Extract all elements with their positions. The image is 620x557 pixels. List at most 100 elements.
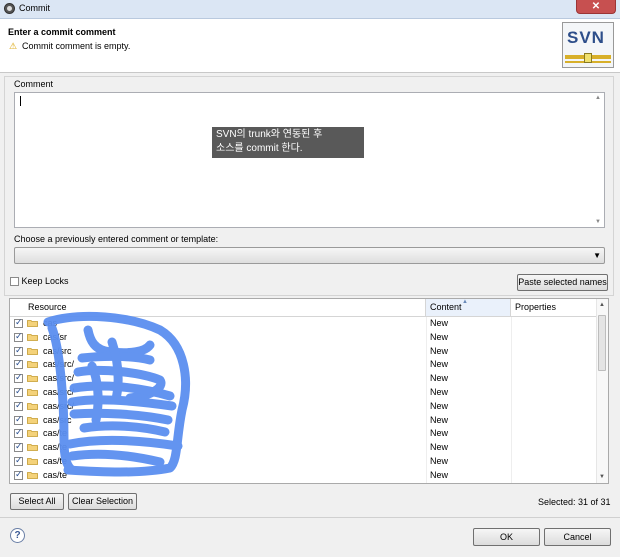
- ok-button[interactable]: OK: [473, 528, 540, 546]
- folder-icon: [27, 402, 38, 410]
- folder-icon: [27, 320, 38, 327]
- app-icon: [4, 3, 15, 14]
- table-row[interactable]: cas New: [10, 317, 598, 331]
- comment-tooltip: SVN의 trunk와 연동된 후 소스를 commit 한다.: [212, 127, 364, 158]
- row-checkbox[interactable]: [14, 455, 23, 466]
- title-bar: Commit ✕: [0, 0, 620, 19]
- cancel-button[interactable]: Cancel: [544, 528, 611, 546]
- table-row[interactable]: cas/src/New: [10, 400, 598, 414]
- table-row[interactable]: cas/sr New: [10, 331, 598, 345]
- row-checkbox[interactable]: [14, 441, 23, 453]
- row-content: New: [430, 455, 449, 466]
- template-combo[interactable]: ▼: [14, 247, 605, 264]
- row-content: New: [430, 428, 449, 439]
- keep-locks[interactable]: Keep Locks: [10, 276, 69, 287]
- row-content: New: [430, 359, 449, 370]
- folder-icon: [27, 458, 38, 465]
- row-checkbox[interactable]: [14, 427, 23, 439]
- scroll-up-icon[interactable]: ▲: [595, 95, 601, 101]
- svn-logo: SVN: [562, 22, 614, 68]
- row-resource: cas/src: [43, 345, 72, 356]
- select-all-button[interactable]: Select All: [10, 493, 64, 510]
- row-checkbox[interactable]: [14, 372, 23, 384]
- row-resource: cas/te: [43, 469, 68, 480]
- row-resource: cas/te: [43, 442, 68, 453]
- help-icon[interactable]: ?: [10, 528, 25, 543]
- table-row[interactable]: cas/te New: [10, 427, 598, 441]
- table-row[interactable]: cas/src New: [10, 345, 598, 359]
- table-row[interactable]: cas/src/New: [10, 386, 598, 400]
- keep-locks-label: Keep Locks: [21, 276, 69, 286]
- clear-selection-button[interactable]: Clear Selection: [68, 493, 137, 510]
- tooltip-line-2: 소스를 commit 한다.: [216, 143, 303, 154]
- row-checkbox[interactable]: [14, 469, 23, 480]
- close-button[interactable]: ✕: [576, 0, 616, 14]
- folder-icon: [27, 416, 38, 424]
- table-row[interactable]: cas/src/New: [10, 358, 598, 372]
- template-label: Choose a previously entered comment or t…: [14, 234, 219, 244]
- svn-logo-text: SVN: [567, 28, 605, 47]
- row-checkbox[interactable]: [14, 358, 23, 370]
- folder-icon: [27, 389, 38, 396]
- scroll-thumb[interactable]: [598, 315, 606, 371]
- paste-names-button[interactable]: Paste selected names: [517, 274, 608, 291]
- text-caret: [20, 96, 21, 106]
- row-resource: cas/src/: [43, 386, 75, 397]
- row-resource: cas/src/: [43, 373, 75, 384]
- row-checkbox[interactable]: [14, 400, 23, 411]
- row-resource: cas/sr: [43, 331, 68, 342]
- row-checkbox[interactable]: [14, 345, 23, 356]
- row-resource: cas/te: [43, 455, 68, 466]
- table-row[interactable]: cas/src/New: [10, 372, 598, 386]
- folder-icon: [27, 361, 38, 369]
- column-resource[interactable]: Resource: [10, 299, 426, 316]
- row-resource: cas/src/: [43, 400, 75, 411]
- row-resource: cas/src/: [43, 359, 75, 370]
- header-title: Enter a commit comment: [8, 27, 116, 37]
- column-content[interactable]: Content ▲: [426, 299, 511, 316]
- row-content: New: [430, 442, 449, 453]
- row-checkbox[interactable]: [14, 331, 23, 342]
- comment-scrollbar[interactable]: ▲ ▼: [593, 93, 604, 227]
- comment-textarea[interactable]: ▲ ▼: [14, 92, 605, 228]
- table-row[interactable]: cas/te New: [10, 441, 598, 455]
- row-content: New: [430, 414, 449, 425]
- selection-status: Selected: 31 of 31: [538, 497, 611, 507]
- scroll-down-icon[interactable]: ▼: [595, 219, 601, 225]
- table-scrollbar[interactable]: ▲ ▼: [596, 299, 608, 483]
- table-row[interactable]: cas/src New: [10, 414, 598, 428]
- comment-group-label: Comment: [14, 79, 54, 89]
- row-content: New: [430, 318, 449, 328]
- tooltip-line-1: SVN의 trunk와 연동된 후: [216, 129, 323, 140]
- table-header: Resource Content ▲ Properties: [10, 299, 598, 317]
- resource-table: Resource Content▲ Properties casNewcas/s…: [9, 298, 609, 484]
- row-checkbox[interactable]: [14, 386, 23, 397]
- row-checkbox[interactable]: [14, 317, 23, 328]
- keep-locks-checkbox[interactable]: [10, 277, 19, 287]
- row-content: New: [430, 400, 449, 411]
- window-title: Commit: [19, 3, 50, 13]
- header-message: Commit comment is empty.: [22, 41, 131, 51]
- scroll-up-icon[interactable]: ▲: [599, 302, 605, 308]
- row-resource: cas/te: [43, 428, 68, 439]
- row-resource: cas/src: [43, 414, 72, 425]
- folder-icon: [27, 471, 38, 479]
- dialog-header: Enter a commit comment ⚠ Commit comment …: [0, 19, 620, 73]
- folder-icon: [27, 430, 38, 438]
- row-content: New: [430, 373, 449, 384]
- column-properties[interactable]: Properties: [511, 299, 598, 316]
- table-row[interactable]: cas/te New: [10, 469, 598, 483]
- row-content: New: [430, 345, 449, 356]
- folder-icon: [27, 347, 38, 355]
- commit-dialog: Commit ✕ Enter a commit comment ⚠ Commit…: [0, 0, 620, 557]
- table-rows: casNewcas/srNewcas/srcNewcas/src/Newcas/…: [10, 317, 598, 483]
- folder-icon: [27, 375, 38, 383]
- table-row[interactable]: cas/te New: [10, 455, 598, 469]
- row-content: New: [430, 386, 449, 397]
- chevron-down-icon[interactable]: ▼: [593, 251, 601, 260]
- scroll-down-icon[interactable]: ▼: [599, 474, 605, 480]
- row-content: New: [430, 331, 449, 342]
- row-resource: cas: [43, 318, 58, 328]
- row-checkbox[interactable]: [14, 414, 23, 425]
- warning-icon: ⚠: [9, 41, 18, 51]
